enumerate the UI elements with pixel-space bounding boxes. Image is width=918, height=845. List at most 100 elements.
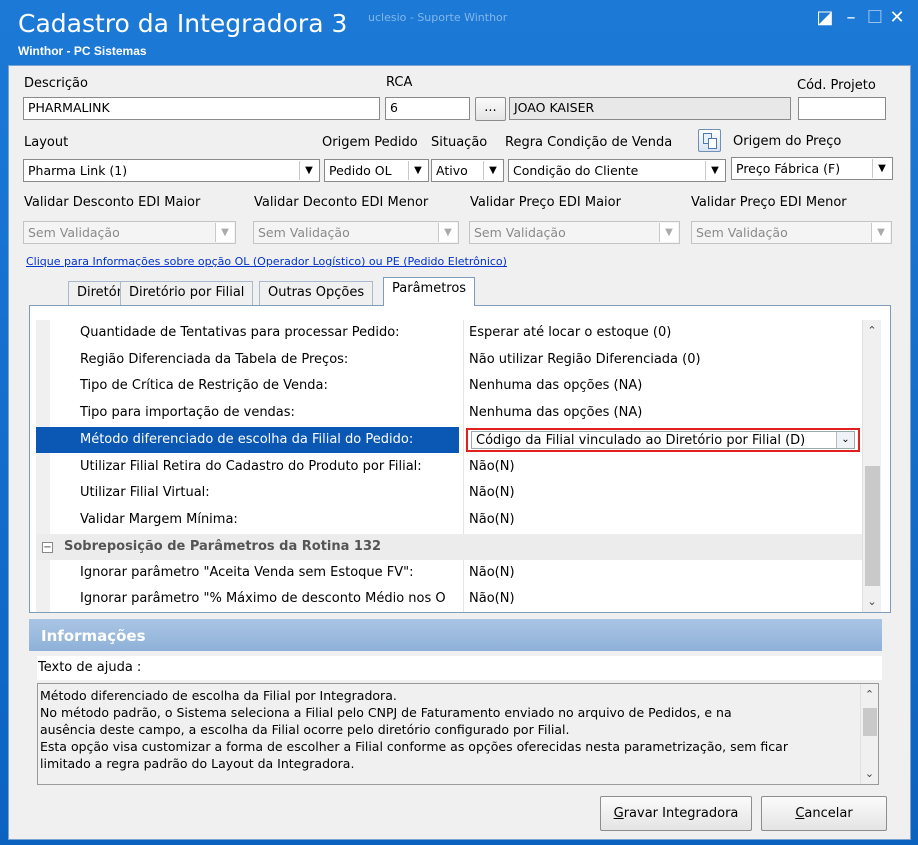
origem-preco-label: Origem do Preço bbox=[733, 134, 842, 149]
param-value: Não(N) bbox=[469, 565, 515, 580]
param-row[interactable]: Utilizar Filial Virtual: Não(N) bbox=[36, 480, 862, 506]
scroll-up-icon[interactable]: ⌃ bbox=[863, 322, 881, 339]
param-name: Ignorar parâmetro "% Máximo de desconto … bbox=[80, 591, 446, 606]
tab-parametros[interactable]: Parâmetros bbox=[383, 277, 476, 306]
chevron-down-icon[interactable]: ▼ bbox=[705, 161, 724, 180]
param-value: Esperar até locar o estoque (0) bbox=[469, 325, 672, 340]
validar-preco-menor-value: Sem Validação bbox=[696, 225, 788, 240]
param-value: Não utilizar Região Diferenciada (0) bbox=[469, 352, 701, 367]
param-name: Ignorar parâmetro "Aceita Venda sem Esto… bbox=[80, 565, 414, 580]
section-title: Sobreposição de Parâmetros da Rotina 132 bbox=[64, 539, 382, 554]
help-line: Método diferenciado de escolha da Filial… bbox=[40, 688, 397, 703]
param-value: Não(N) bbox=[469, 485, 515, 500]
param-row[interactable]: Ignorar parâmetro "Aceita Venda sem Esto… bbox=[36, 560, 862, 586]
scrollbar-thumb[interactable] bbox=[865, 466, 880, 586]
tab-diretorio-por-filial[interactable]: Diretório por Filial bbox=[120, 281, 254, 305]
help-scrollbar[interactable]: ⌃ ⌄ bbox=[860, 684, 878, 784]
scroll-down-icon[interactable]: ⌄ bbox=[863, 593, 881, 610]
param-row[interactable]: Validar Margem Mínima: Não(N) bbox=[36, 507, 862, 533]
regra-label: Regra Condição de Venda bbox=[505, 135, 673, 150]
chevron-down-icon[interactable]: ▼ bbox=[408, 161, 427, 180]
validar-preco-maior-label: Validar Preço EDI Maior bbox=[470, 195, 621, 210]
descricao-label: Descrição bbox=[24, 76, 88, 91]
cod-projeto-input[interactable] bbox=[798, 97, 886, 120]
scrollbar-thumb[interactable] bbox=[863, 708, 877, 736]
regra-select[interactable]: Condição do Cliente ▼ bbox=[508, 159, 726, 182]
param-name: Tipo para importação de vendas: bbox=[80, 405, 295, 420]
validar-preco-maior-select[interactable]: Sem Validação ▼ bbox=[469, 221, 680, 244]
window-subtitle: Winthor - PC Sistemas bbox=[18, 44, 147, 58]
help-label: Texto de ajuda : bbox=[37, 656, 882, 680]
layout-label: Layout bbox=[24, 135, 69, 150]
situacao-select[interactable]: Ativo ▼ bbox=[431, 159, 504, 182]
descricao-input[interactable]: PHARMALINK bbox=[23, 97, 380, 120]
chevron-down-icon[interactable]: ▼ bbox=[483, 161, 502, 180]
param-row[interactable]: Utilizar Filial Retira do Cadastro do Pr… bbox=[36, 454, 862, 480]
section-sobreposicao[interactable]: − Sobreposição de Parâmetros da Rotina 1… bbox=[36, 534, 862, 560]
param-name: Tipo de Crítica de Restrição de Venda: bbox=[80, 378, 328, 393]
param-row[interactable]: Ignorar parâmetro "% Máximo de desconto … bbox=[36, 586, 862, 612]
collapse-icon[interactable]: − bbox=[42, 542, 53, 553]
gravar-label: ravar Integradora bbox=[623, 806, 739, 821]
chevron-down-icon[interactable]: ▼ bbox=[872, 159, 891, 178]
help-line: ausência deste campo, a escolha da Filia… bbox=[40, 722, 570, 737]
close-button[interactable]: ✕ bbox=[882, 6, 912, 30]
chevron-down-icon[interactable]: ▼ bbox=[215, 223, 234, 242]
help-line: No método padrão, o Sistema seleciona a … bbox=[40, 705, 732, 720]
help-line: Esta opção visa customizar a forma de es… bbox=[40, 739, 788, 754]
regra-info-icon[interactable] bbox=[698, 129, 721, 152]
validar-desc-menor-label: Validar Deconto EDI Menor bbox=[254, 195, 429, 210]
title-bar[interactable]: Cadastro da Integradora 3 uclesio - Supo… bbox=[0, 0, 918, 62]
validar-desc-menor-value: Sem Validação bbox=[258, 225, 350, 240]
validar-desc-maior-value: Sem Validação bbox=[28, 225, 120, 240]
param-name: Método diferenciado de escolha da Filial… bbox=[80, 432, 414, 447]
rca-input[interactable]: 6 bbox=[385, 97, 470, 120]
grid-scrollbar[interactable]: ⌃ ⌄ bbox=[862, 320, 881, 612]
help-line: limitado a regra padrão do Layout da Int… bbox=[40, 756, 355, 771]
scroll-up-icon[interactable]: ⌃ bbox=[861, 686, 878, 703]
scroll-down-icon[interactable]: ⌄ bbox=[861, 765, 878, 782]
chevron-down-icon[interactable]: ▼ bbox=[299, 161, 318, 180]
gravar-integradora-button[interactable]: Gravar Integradora bbox=[600, 796, 752, 831]
window-ghost-title: uclesio - Suporte Winthor bbox=[368, 11, 508, 24]
chevron-down-icon[interactable]: ▼ bbox=[659, 223, 678, 242]
param-value: Não(N) bbox=[469, 459, 515, 474]
validar-desc-maior-select[interactable]: Sem Validação ▼ bbox=[23, 221, 236, 244]
param-row[interactable]: Tipo de Crítica de Restrição de Venda: N… bbox=[36, 373, 862, 399]
chevron-down-icon[interactable]: ⌄ bbox=[836, 432, 854, 448]
layout-value: Pharma Link (1) bbox=[28, 163, 128, 178]
param-value: Nenhuma das opções (NA) bbox=[469, 405, 643, 420]
cancelar-button[interactable]: Cancelar bbox=[761, 796, 887, 831]
ol-pe-info-link[interactable]: Clique para Informações sobre opção OL (… bbox=[26, 255, 507, 268]
param-row[interactable]: Quantidade de Tentativas para processar … bbox=[36, 320, 862, 346]
origem-pedido-select[interactable]: Pedido OL ▼ bbox=[324, 159, 429, 182]
param-name: Quantidade de Tentativas para processar … bbox=[80, 325, 400, 340]
param-value: Não(N) bbox=[469, 591, 515, 606]
origem-preco-select[interactable]: Preço Fábrica (F) ▼ bbox=[731, 157, 893, 180]
tab-outras-opcoes[interactable]: Outras Opções bbox=[259, 281, 374, 305]
cancelar-label: ancelar bbox=[804, 806, 853, 821]
rca-label: RCA bbox=[386, 75, 413, 90]
validar-preco-menor-label: Validar Preço EDI Menor bbox=[691, 195, 847, 210]
metodo-filial-select[interactable]: Código da Filial vinculado ao Diretório … bbox=[466, 428, 860, 452]
help-text: Método diferenciado de escolha da Filial… bbox=[37, 683, 879, 785]
validar-preco-menor-select[interactable]: Sem Validação ▼ bbox=[691, 221, 892, 244]
layout-select[interactable]: Pharma Link (1) ▼ bbox=[23, 159, 320, 182]
param-name: Validar Margem Mínima: bbox=[80, 512, 238, 527]
origem-preco-value: Preço Fábrica (F) bbox=[736, 161, 841, 176]
validar-preco-maior-value: Sem Validação bbox=[474, 225, 566, 240]
window-title: Cadastro da Integradora 3 bbox=[18, 9, 348, 38]
situacao-label: Situação bbox=[431, 135, 488, 150]
chevron-down-icon[interactable]: ▼ bbox=[871, 223, 890, 242]
regra-value: Condição do Cliente bbox=[513, 163, 639, 178]
validar-desc-menor-select[interactable]: Sem Validação ▼ bbox=[253, 221, 459, 244]
situacao-value: Ativo bbox=[436, 163, 468, 178]
param-name: Região Diferenciada da Tabela de Preços: bbox=[80, 352, 349, 367]
param-row[interactable]: Tipo para importação de vendas: Nenhuma … bbox=[36, 400, 862, 426]
validar-desc-maior-label: Validar Desconto EDI Maior bbox=[24, 195, 201, 210]
rca-lookup-button[interactable]: ... bbox=[475, 97, 506, 121]
param-row[interactable]: Região Diferenciada da Tabela de Preços:… bbox=[36, 347, 862, 373]
info-header: Informações bbox=[29, 619, 882, 651]
chevron-down-icon[interactable]: ▼ bbox=[438, 223, 457, 242]
param-value: Nenhuma das opções (NA) bbox=[469, 378, 643, 393]
